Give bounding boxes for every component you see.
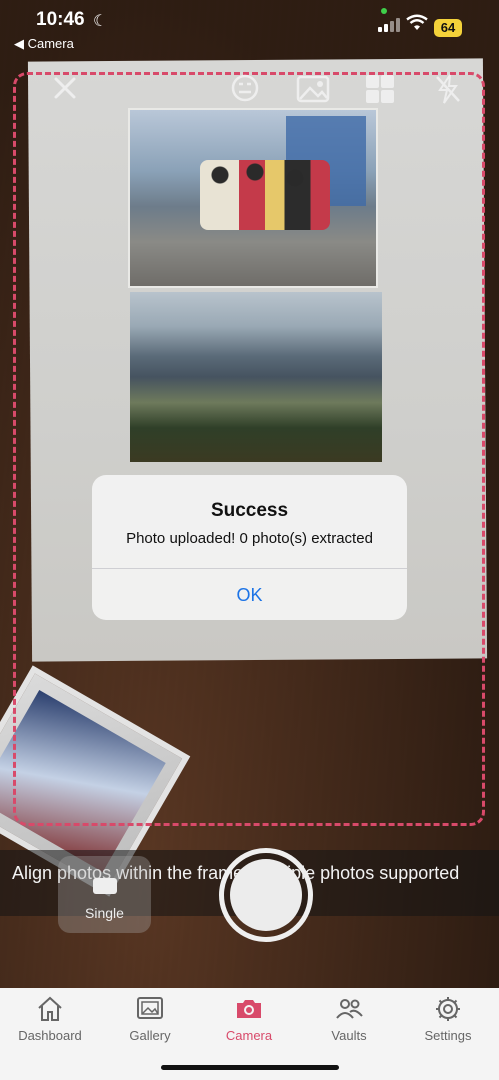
tab-dashboard[interactable]: Dashboard — [0, 994, 100, 1043]
mic-indicator-icon — [381, 8, 387, 14]
tab-label: Gallery — [129, 1028, 171, 1043]
alert-divider — [92, 568, 407, 569]
moon-icon: ☾ — [93, 13, 108, 30]
camera-icon — [237, 1000, 261, 1018]
home-icon — [38, 996, 62, 1021]
alignment-frame — [13, 72, 485, 826]
single-photo-icon — [92, 878, 117, 894]
gallery-icon — [137, 997, 163, 1019]
tab-gallery[interactable]: Gallery — [100, 994, 200, 1043]
gear-icon — [436, 997, 460, 1021]
signal-icon — [378, 18, 400, 32]
back-to-camera-link[interactable]: ◀ Camera — [14, 36, 74, 52]
tab-camera[interactable]: Camera — [199, 994, 299, 1043]
close-icon[interactable] — [47, 72, 83, 106]
success-alert: Success Photo uploaded! 0 photo(s) extra… — [92, 475, 407, 620]
single-mode-button[interactable]: Single — [58, 856, 151, 933]
auto-detect-icon[interactable] — [227, 72, 263, 106]
tab-label: Settings — [424, 1028, 472, 1043]
tab-label: Camera — [225, 1028, 273, 1043]
wifi-icon — [406, 14, 428, 37]
shutter-button[interactable] — [219, 848, 313, 942]
single-mode-label: Single — [85, 905, 124, 921]
tab-label: Dashboard — [18, 1028, 82, 1043]
shutter-inner — [230, 859, 302, 931]
alert-message: Photo uploaded! 0 photo(s) extracted — [126, 530, 373, 547]
tab-vaults[interactable]: Vaults — [299, 994, 399, 1043]
flash-off-icon[interactable] — [430, 72, 466, 106]
status-bar: 10:46 ☾ ◀ Camera 64 — [0, 0, 499, 56]
gallery-picker-icon[interactable] — [295, 72, 331, 106]
alert-title: Success — [210, 500, 289, 521]
grid-icon[interactable] — [362, 72, 398, 106]
vaults-icon — [336, 999, 363, 1019]
home-indicator[interactable] — [161, 1065, 339, 1070]
status-time: 10:46 — [36, 9, 85, 30]
ok-button[interactable]: OK — [92, 585, 407, 606]
tab-label: Vaults — [331, 1028, 367, 1043]
battery-indicator: 64 — [434, 19, 462, 37]
tab-settings[interactable]: Settings — [398, 994, 498, 1043]
